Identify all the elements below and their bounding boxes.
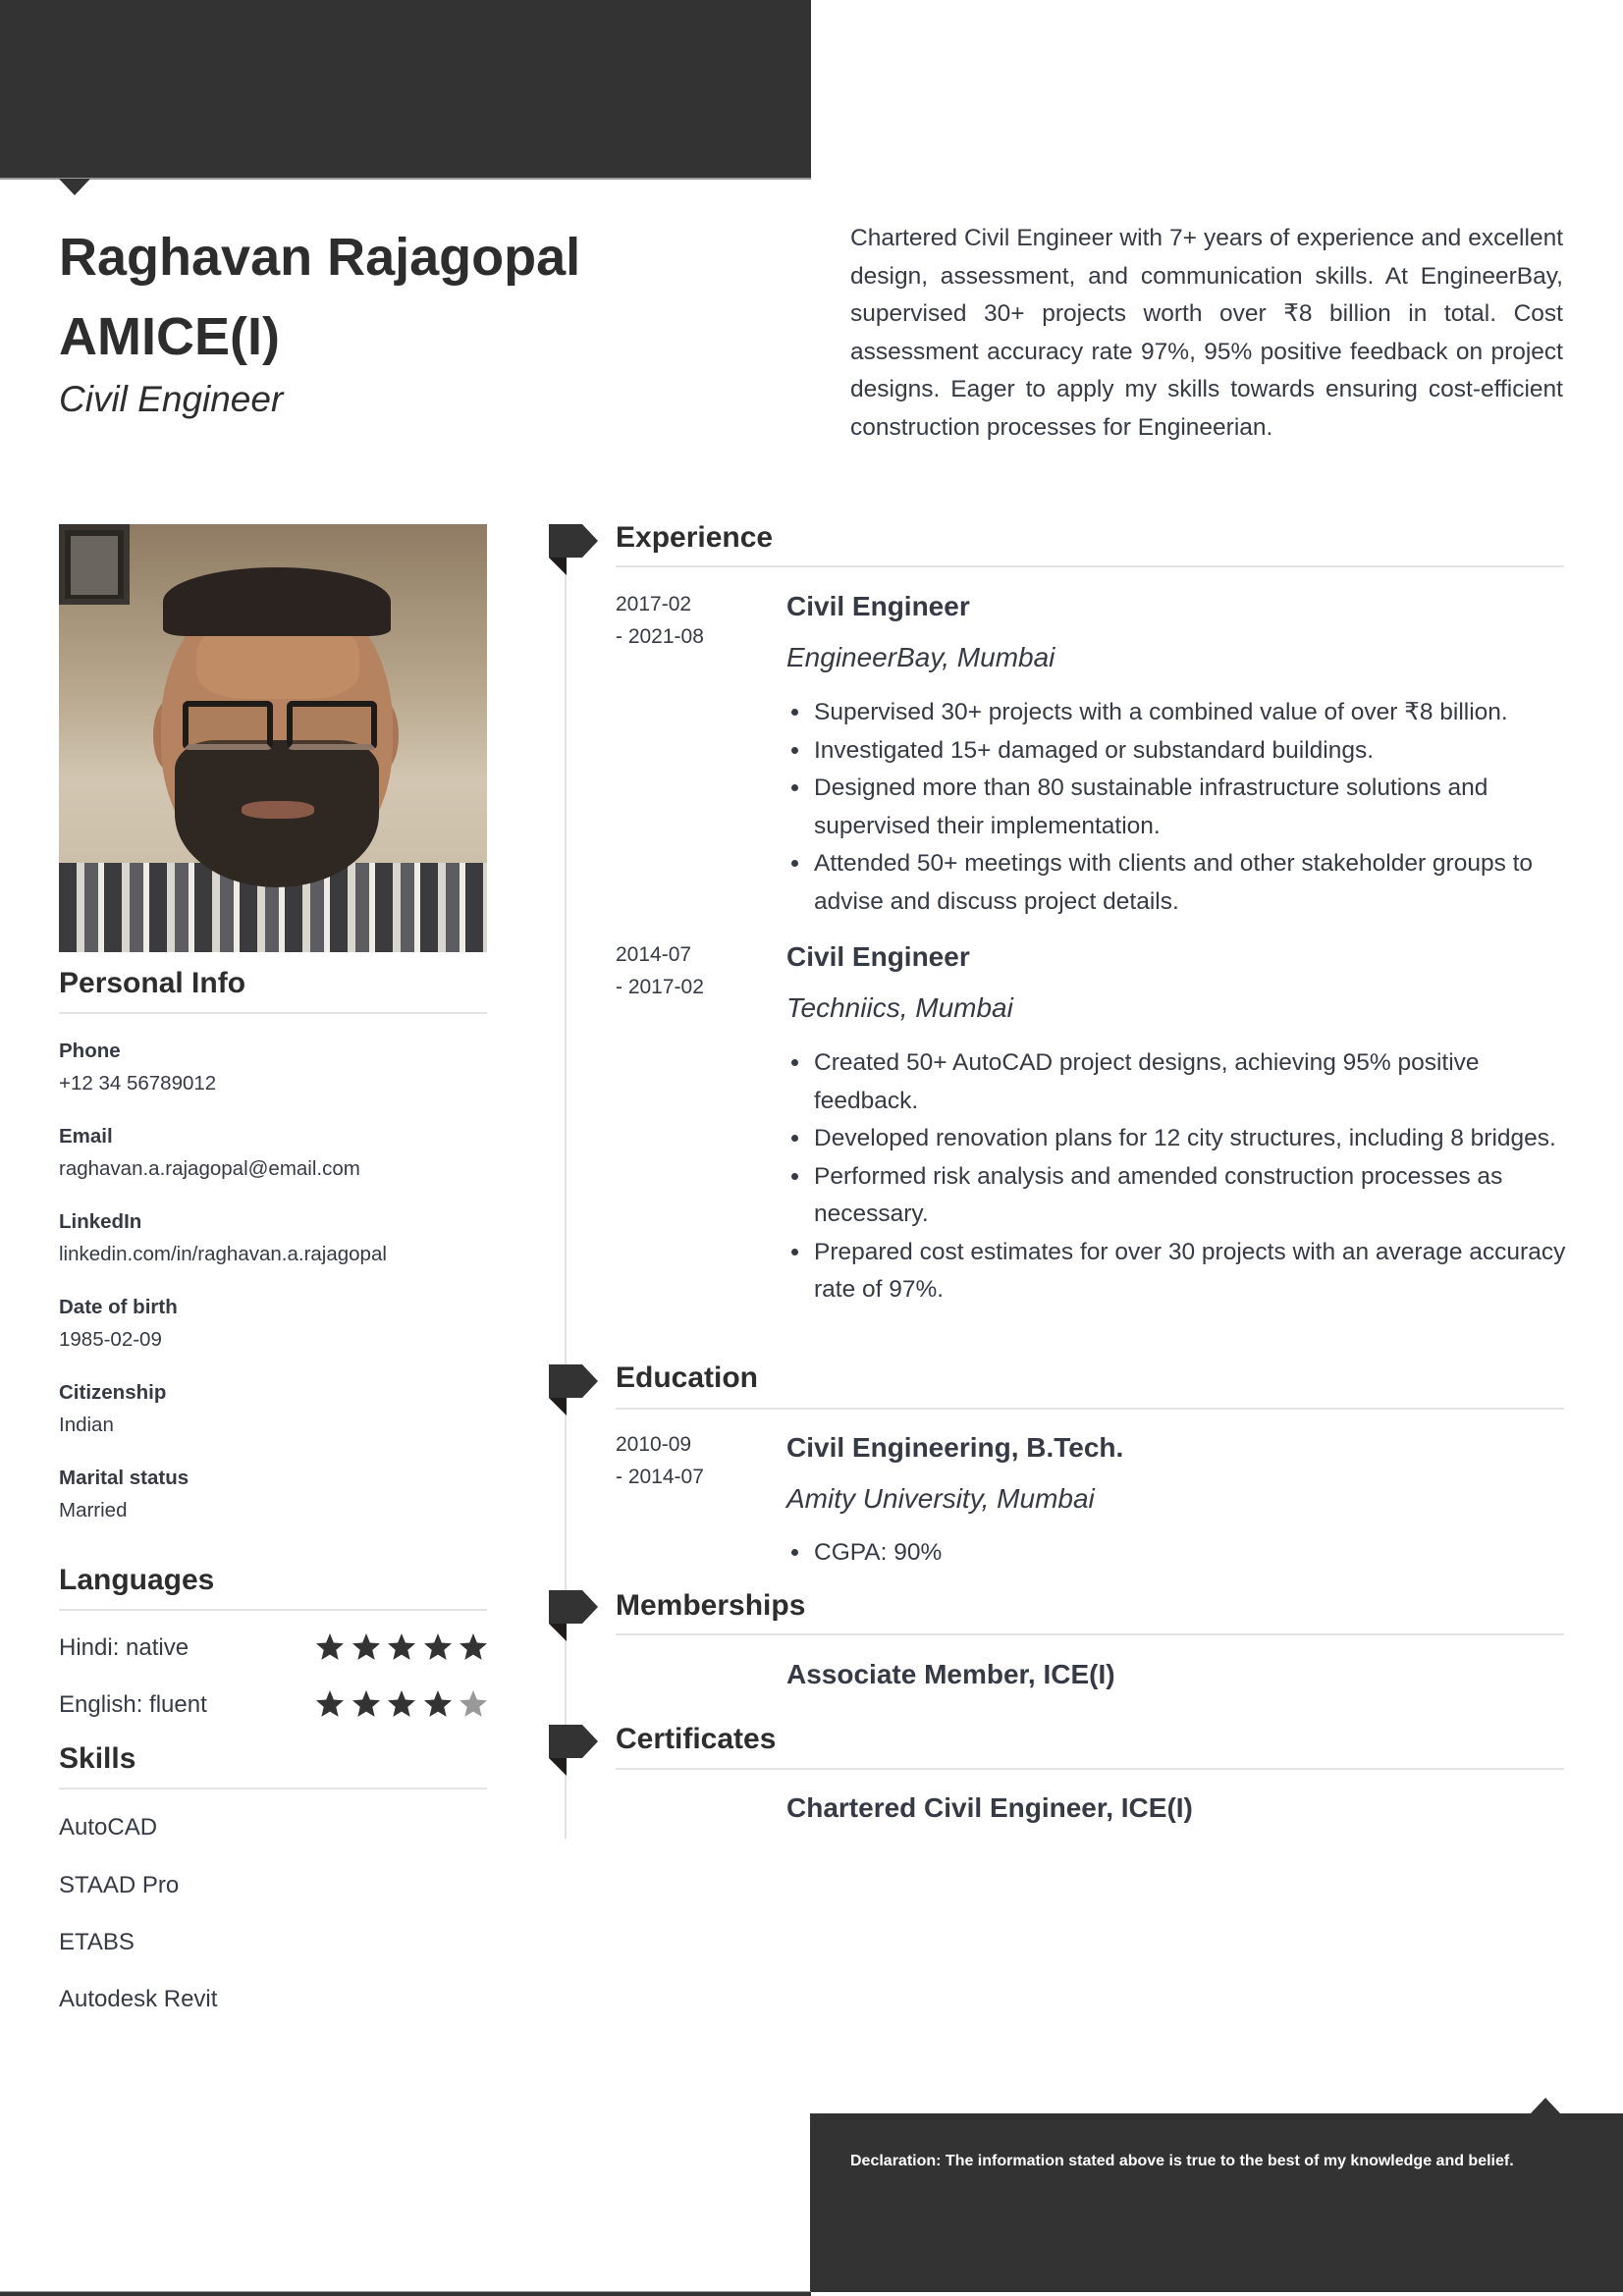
job-date: 2017-02 - 2021-08 — [616, 588, 704, 653]
linkedin-value: linkedin.com/in/raghavan.a.rajagopal — [59, 1243, 387, 1265]
bottom-rule — [0, 2291, 811, 2296]
divider — [616, 1633, 1564, 1635]
phone-label: Phone — [59, 1040, 121, 1062]
dob-value: 1985-02-09 — [59, 1328, 162, 1351]
divider — [616, 1768, 1564, 1770]
star-filled-icon — [352, 1633, 380, 1660]
citizenship-label: Citizenship — [59, 1381, 167, 1404]
skill-item: ETABS — [59, 1929, 135, 1955]
bullet-item: Attended 50+ meetings with clients and o… — [812, 845, 1588, 921]
company-name: Techniics, Mumbai — [786, 992, 1013, 1023]
membership-item: Associate Member, ICE(I) — [786, 1659, 1115, 1689]
certificate-item: Chartered Civil Engineer, ICE(I) — [786, 1792, 1193, 1823]
star-filled-icon — [316, 1690, 344, 1717]
date-start: 2017-02 — [616, 593, 692, 615]
date-end: - 2014-07 — [616, 1466, 704, 1488]
email-label: Email — [59, 1125, 113, 1148]
profile-photo — [59, 524, 487, 952]
skills-section: Skills — [59, 1742, 487, 1789]
section-marker-icon — [549, 1590, 598, 1641]
star-filled-icon — [352, 1690, 380, 1717]
marital-status-label: Marital status — [59, 1467, 189, 1489]
language-english: English: fluent — [59, 1691, 207, 1718]
header-notch — [59, 179, 90, 195]
education-bullets: CGPA: 90% — [786, 1534, 1588, 1573]
star-filled-icon — [388, 1690, 415, 1717]
languages-section: Languages — [59, 1564, 487, 1611]
star-empty-icon — [460, 1690, 487, 1717]
bullet-item: Performed risk analysis and amended cons… — [812, 1158, 1588, 1234]
bullet-item: Created 50+ AutoCAD project designs, ach… — [812, 1044, 1588, 1120]
skill-item: STAAD Pro — [59, 1872, 180, 1898]
date-start: 2010-09 — [616, 1433, 692, 1456]
divider — [59, 1609, 487, 1611]
name-line-1: Raghavan Rajagopal — [59, 228, 581, 287]
section-marker-icon — [549, 524, 598, 575]
dob-label: Date of birth — [59, 1296, 178, 1318]
certificates-heading: Certificates — [616, 1723, 777, 1755]
candidate-name: Raghavan Rajagopal AMICE(I) — [59, 218, 609, 377]
memberships-heading: Memberships — [616, 1589, 806, 1622]
section-marker-icon — [549, 1364, 598, 1415]
bullet-item: Prepared cost estimates for over 30 proj… — [812, 1234, 1588, 1309]
bullet-item: Developed renovation plans for 12 city s… — [812, 1120, 1588, 1158]
personal-info-heading: Personal Info — [59, 967, 246, 999]
header-bar — [0, 0, 811, 180]
star-filled-icon — [423, 1633, 452, 1660]
footer-notch — [1530, 2098, 1561, 2114]
profile-summary: Chartered Civil Engineer with 7+ years o… — [850, 225, 1563, 441]
footer-bar — [810, 2113, 1623, 2292]
skill-item: AutoCAD — [59, 1814, 158, 1841]
bullet-item: Investigated 15+ damaged or substandard … — [812, 732, 1588, 771]
degree: Civil Engineering, B.Tech. — [786, 1432, 1124, 1463]
marital-status-value: Married — [59, 1499, 128, 1522]
rating-stars — [314, 1631, 489, 1663]
job-title: Civil Engineer — [786, 591, 970, 621]
personal-info-section: Personal Info — [59, 967, 487, 1014]
star-filled-icon — [460, 1633, 487, 1660]
citizenship-value: Indian — [59, 1414, 114, 1436]
job-bullets: Created 50+ AutoCAD project designs, ach… — [786, 1044, 1588, 1309]
divider — [59, 1012, 487, 1014]
name-line-2: AMICE(I) — [59, 307, 280, 366]
date-end: - 2021-08 — [616, 625, 704, 648]
skills-heading: Skills — [59, 1742, 136, 1775]
job-title: Civil Engineer — [786, 941, 970, 972]
job-bullets: Supervised 30+ projects with a combined … — [786, 694, 1588, 921]
bullet-item: CGPA: 90% — [812, 1534, 1588, 1573]
star-filled-icon — [388, 1633, 415, 1660]
email-value: raghavan.a.rajagopal@email.com — [59, 1157, 360, 1180]
divider — [59, 1788, 487, 1789]
rating-stars — [314, 1688, 489, 1720]
date-end: - 2017-02 — [616, 976, 704, 998]
experience-heading: Experience — [616, 521, 774, 554]
divider — [616, 1408, 1564, 1410]
bullet-item: Supervised 30+ projects with a combined … — [812, 694, 1588, 732]
divider — [616, 565, 1564, 567]
phone-value: +12 34 56789012 — [59, 1072, 217, 1095]
language-hindi: Hindi: native — [59, 1634, 189, 1661]
section-marker-icon — [549, 1725, 598, 1776]
linkedin-label: LinkedIn — [59, 1210, 142, 1233]
star-filled-icon — [316, 1633, 344, 1660]
timeline-line — [565, 557, 567, 1839]
languages-heading: Languages — [59, 1564, 215, 1596]
declaration-text: Declaration: The information stated abov… — [850, 2153, 1514, 2169]
job-title: Civil Engineer — [59, 379, 284, 419]
bullet-item: Designed more than 80 sustainable infras… — [812, 770, 1588, 845]
star-filled-icon — [423, 1690, 452, 1717]
date-start: 2014-07 — [616, 943, 692, 966]
education-heading: Education — [616, 1362, 759, 1394]
skill-item: Autodesk Revit — [59, 1986, 218, 2012]
education-date: 2010-09 - 2014-07 — [616, 1428, 704, 1493]
school-name: Amity University, Mumbai — [786, 1483, 1095, 1514]
job-date: 2014-07 - 2017-02 — [616, 938, 704, 1003]
company-name: EngineerBay, Mumbai — [786, 642, 1055, 672]
